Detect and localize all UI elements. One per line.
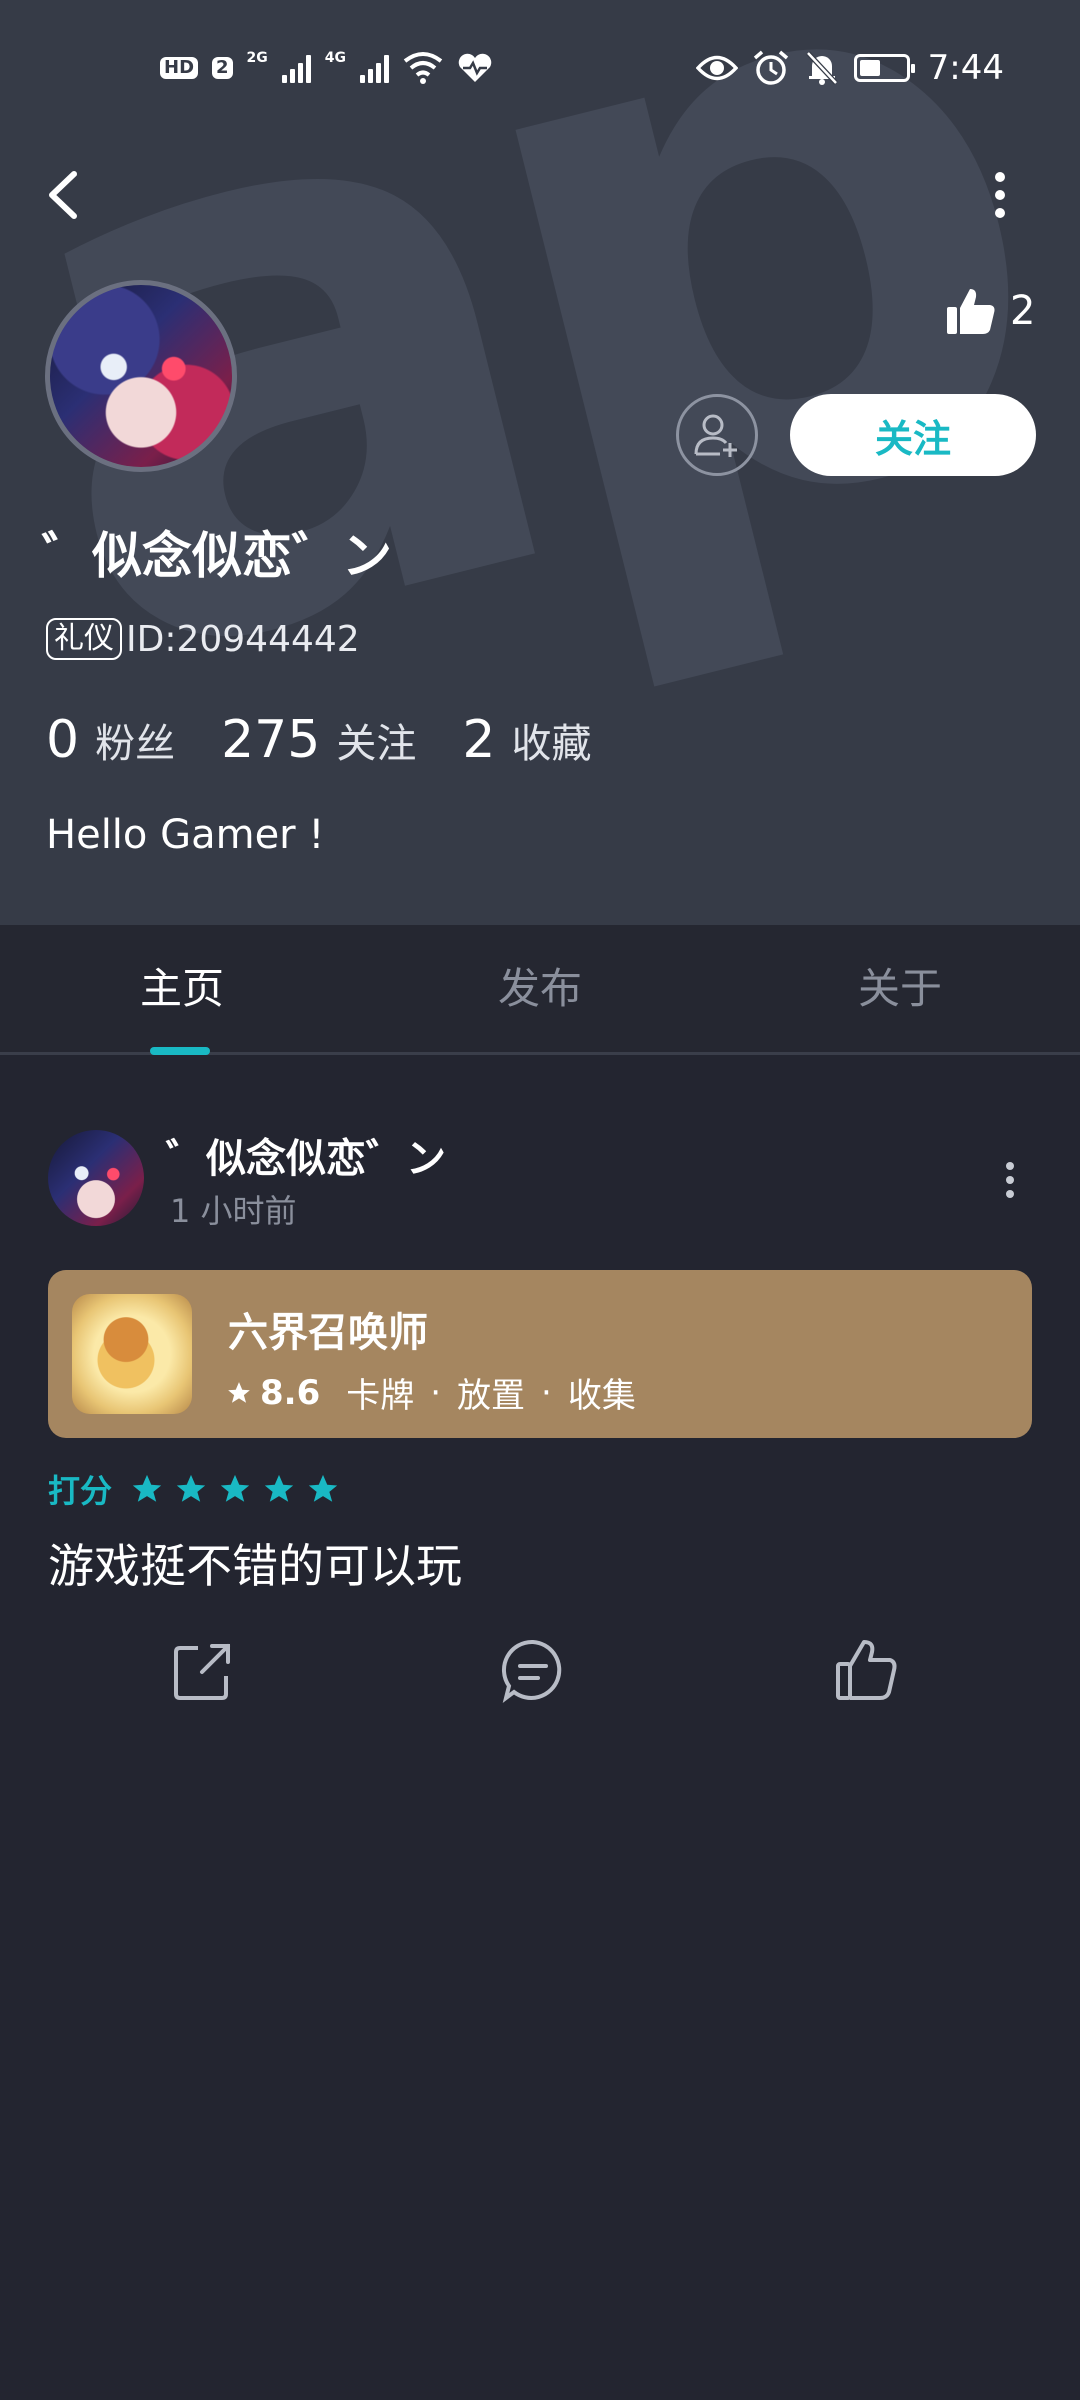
network-type-2: 4G [324, 50, 347, 66]
share-button[interactable] [168, 1636, 238, 1706]
post-body: 游戏挺不错的可以玩 [48, 1539, 462, 1593]
stat-label: 关注 [336, 721, 417, 767]
post-author-name[interactable]: ゛似念似恋゛ン [166, 1126, 446, 1184]
thumbs-up-icon [836, 1640, 897, 1700]
mute-bell-icon [805, 51, 838, 85]
comment-button[interactable] [498, 1636, 568, 1706]
stat-followers[interactable]: 0 粉丝 [46, 710, 175, 770]
add-friend-button[interactable] [676, 394, 758, 476]
profile-header: apTa HD 2 2G 4G 7:44 2 关注 ゛似念似恋゛ン 礼仪 ID:… [0, 0, 1080, 925]
clock: 7:44 [927, 48, 1004, 88]
star-icon [132, 1474, 162, 1502]
post-more-button[interactable] [990, 1150, 1030, 1210]
tag-separator: · [541, 1372, 552, 1413]
stat-label: 收藏 [511, 721, 592, 767]
profile-bio: Hello Gamer ! [46, 812, 325, 858]
chevron-left-icon [49, 171, 77, 219]
star-icon [228, 1381, 250, 1403]
comment-icon [501, 1639, 562, 1703]
tab-published[interactable]: 发布 [498, 955, 582, 1016]
back-button[interactable] [36, 160, 96, 230]
game-meta: 8.6 卡牌 · 放置 · 收集 [226, 1368, 636, 1417]
game-score: 8.6 [260, 1372, 321, 1413]
network-type-1: 2G [246, 50, 268, 66]
game-tag: 收集 [567, 1376, 636, 1416]
post-timestamp: 1 小时前 [170, 1192, 297, 1230]
profile-tabs: 主页 发布 关于 [0, 925, 1080, 1055]
stat-value: 2 [462, 710, 496, 770]
game-name: 六界召唤师 [228, 1310, 428, 1356]
stat-following[interactable]: 275 关注 [221, 710, 416, 770]
profile-page: apTa HD 2 2G 4G 7:44 2 关注 ゛似念似恋゛ン 礼仪 ID:… [0, 0, 1080, 2400]
signal-icon [281, 53, 311, 83]
rating-row: 打分 [48, 1466, 340, 1512]
profile-username: ゛似念似恋゛ン [42, 527, 392, 585]
profile-like-button[interactable]: 2 [946, 276, 1035, 346]
profile-stats: 0 粉丝 275 关注 2 收藏 [46, 710, 637, 770]
status-bar-left: HD 2 2G 4G [160, 46, 493, 90]
user-plus-icon [694, 414, 737, 457]
star-icon [264, 1474, 294, 1502]
post-author-avatar[interactable] [48, 1130, 144, 1226]
tag-separator: · [430, 1372, 442, 1413]
id-row: 礼仪 ID:20944442 [46, 618, 360, 660]
tab-home[interactable]: 主页 [140, 955, 224, 1016]
avatar[interactable] [45, 280, 237, 472]
eye-icon [695, 55, 738, 81]
more-vertical-icon [995, 172, 1005, 218]
battery-icon [853, 54, 915, 82]
sim-badge: 2 [212, 57, 233, 79]
id-badge: 礼仪 [46, 618, 122, 660]
status-bar-right: 7:44 [695, 46, 1004, 90]
game-card[interactable]: 六界召唤师 8.6 卡牌 · 放置 · 收集 [48, 1270, 1032, 1438]
star-icon [308, 1474, 338, 1502]
stat-favorites[interactable]: 2 收藏 [462, 710, 591, 770]
alarm-icon [753, 50, 788, 85]
share-icon [174, 1644, 230, 1700]
hd-badge: HD [160, 57, 199, 79]
follow-button[interactable]: 关注 [790, 394, 1036, 476]
game-tag: 卡牌 [346, 1376, 415, 1416]
like-count: 2 [1010, 288, 1036, 334]
star-icon [220, 1474, 250, 1502]
game-icon [72, 1294, 192, 1414]
status-bar: HD 2 2G 4G 7:44 [0, 0, 1080, 136]
stat-value: 275 [221, 710, 321, 770]
post-like-button[interactable] [832, 1636, 902, 1706]
user-id: ID:20944442 [126, 618, 360, 660]
stat-value: 0 [46, 710, 80, 770]
more-vertical-icon [1006, 1162, 1014, 1198]
game-tag: 放置 [457, 1376, 526, 1416]
thumbs-up-icon [947, 289, 995, 334]
tab-about[interactable]: 关于 [858, 955, 942, 1016]
wifi-icon [403, 52, 443, 84]
signal-icon-2 [360, 53, 390, 83]
star-icon [176, 1474, 206, 1502]
active-tab-indicator [150, 1047, 210, 1055]
more-options-button[interactable] [970, 160, 1030, 230]
rating-label: 打分 [48, 1472, 113, 1510]
health-heart-icon [458, 53, 492, 82]
stat-label: 粉丝 [95, 721, 176, 767]
